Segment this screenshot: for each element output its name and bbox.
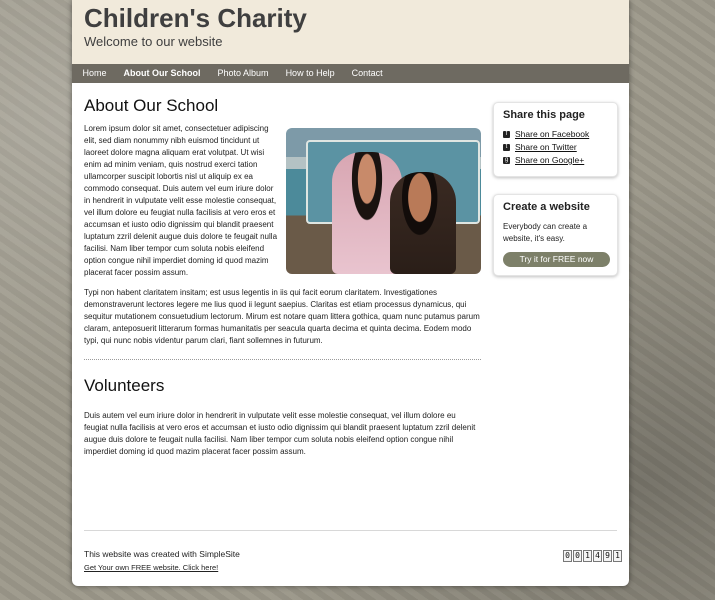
share-box: Share this page f Share on Facebook t Sh… — [493, 102, 618, 177]
visitor-counter: 0 0 1 4 9 1 — [563, 550, 622, 562]
nav-item-home[interactable]: Home — [74, 64, 115, 83]
page-heading: About Our School — [84, 96, 219, 115]
share-twitter-link[interactable]: Share on Twitter — [515, 142, 577, 152]
share-google-link[interactable]: Share on Google+ — [515, 155, 584, 165]
share-twitter-row: t Share on Twitter — [503, 142, 608, 152]
google-plus-icon: g — [503, 156, 510, 164]
twitter-icon: t — [503, 143, 510, 151]
volunteers-paragraph: Duis autem vel eum iriure dolor in hendr… — [84, 411, 476, 456]
counter-digit: 1 — [583, 550, 592, 562]
school-photo — [286, 128, 481, 274]
share-title: Share this page — [503, 109, 585, 121]
footer-text: This website was created with SimpleSite — [84, 549, 240, 559]
footer-divider — [84, 530, 617, 531]
main-content: About Our School Lorem ipsum dolor sit a… — [84, 96, 481, 458]
counter-digit: 1 — [613, 550, 622, 562]
main-nav: Home About Our School Photo Album How to… — [72, 64, 629, 83]
footer-free-website-link[interactable]: Get Your own FREE website. Click here! — [84, 563, 218, 572]
nav-item-contact[interactable]: Contact — [343, 64, 391, 83]
site-title[interactable]: Children's Charity — [84, 3, 307, 34]
facebook-icon: f — [503, 130, 510, 138]
sidebar: Share this page f Share on Facebook t Sh… — [493, 102, 618, 276]
counter-digit: 0 — [573, 550, 582, 562]
page-container: Children's Charity Welcome to our websit… — [72, 0, 629, 586]
nav-item-about-our-school[interactable]: About Our School — [115, 64, 209, 83]
share-facebook-row: f Share on Facebook — [503, 129, 608, 139]
counter-digit: 0 — [563, 550, 572, 562]
site-header: Children's Charity Welcome to our websit… — [72, 0, 629, 64]
about-paragraph-2: Typi non habent claritatem insitam; est … — [84, 288, 480, 345]
create-website-box: Create a website Everybody can create a … — [493, 194, 618, 276]
share-google-row: g Share on Google+ — [503, 155, 608, 165]
section-divider — [84, 359, 481, 360]
create-website-title: Create a website — [503, 201, 590, 213]
nav-item-how-to-help[interactable]: How to Help — [277, 64, 343, 83]
counter-digit: 9 — [603, 550, 612, 562]
volunteers-heading: Volunteers — [84, 376, 165, 395]
site-subtitle: Welcome to our website — [84, 34, 223, 49]
nav-item-photo-album[interactable]: Photo Album — [209, 64, 277, 83]
share-facebook-link[interactable]: Share on Facebook — [515, 129, 589, 139]
try-free-button[interactable]: Try it for FREE now — [503, 252, 610, 267]
photo-child-shape — [390, 172, 456, 274]
create-website-text: Everybody can create a website, it's eas… — [503, 222, 588, 243]
counter-digit: 4 — [593, 550, 602, 562]
